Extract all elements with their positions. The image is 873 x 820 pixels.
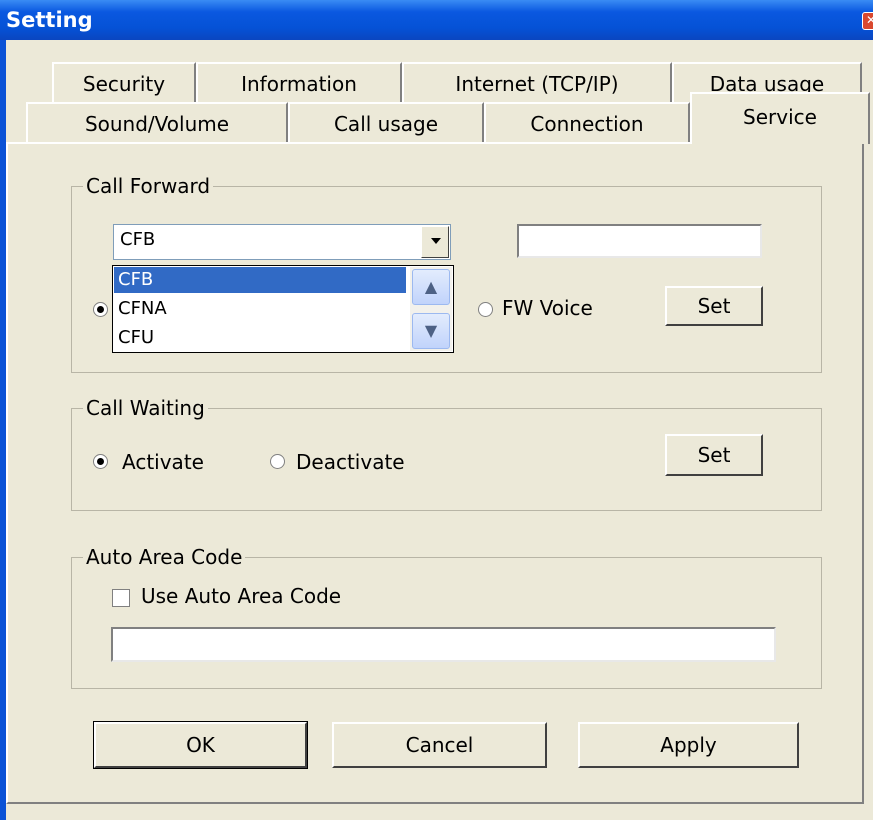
call-waiting-title: Call Waiting [83,396,208,420]
forward-radio-selected[interactable] [93,302,108,317]
area-code-input[interactable] [111,627,776,662]
dropdown-scrollbar[interactable]: ▲ ▼ [410,267,452,351]
chevron-down-icon[interactable] [421,226,449,258]
forward-type-combo[interactable]: CFB [113,224,451,260]
dropdown-option[interactable]: CFU [114,325,406,351]
forward-set-button[interactable]: Set [665,286,763,326]
auto-area-code-title: Auto Area Code [83,545,246,569]
tab-service[interactable]: Service [690,92,870,144]
fw-voice-label: FW Voice [502,296,593,320]
window-title: Setting [6,8,93,32]
activate-radio[interactable] [93,454,108,469]
tab-sound-volume[interactable]: Sound/Volume [26,102,288,142]
tab-label: Call usage [333,112,439,136]
deactivate-label: Deactivate [296,450,405,474]
dropdown-option[interactable]: CFNA [114,296,406,322]
tab-label: Sound/Volume [84,112,230,136]
auto-area-code-group [71,557,822,689]
forward-type-dropdown[interactable]: CFB CFNA CFU ▲ ▼ [112,265,454,353]
apply-button[interactable]: Apply [578,722,799,768]
tab-internet[interactable]: Internet (TCP/IP) [402,62,672,102]
close-icon[interactable]: ✕ [862,12,873,30]
cancel-button[interactable]: Cancel [332,722,547,768]
combo-value: CFB [120,229,156,250]
tab-call-usage[interactable]: Call usage [288,102,484,142]
tab-label: Security [82,72,166,96]
dropdown-option[interactable]: CFB [114,267,406,293]
call-forward-title: Call Forward [83,174,214,198]
tab-security[interactable]: Security [52,62,196,102]
use-auto-area-code-label: Use Auto Area Code [141,584,342,608]
tab-connection[interactable]: Connection [484,102,690,142]
scroll-down-icon[interactable]: ▼ [412,313,450,349]
activate-label: Activate [122,450,204,474]
ok-button[interactable]: OK [93,721,308,769]
tab-label: Connection [530,112,644,136]
tab-label: Information [241,72,357,96]
fw-voice-radio[interactable] [478,302,493,317]
waiting-set-button[interactable]: Set [665,434,763,476]
use-auto-area-code-checkbox[interactable] [112,589,130,607]
forward-number-input[interactable] [517,224,762,258]
settings-window: Setting ✕ Security Information Internet … [0,0,873,820]
tab-information[interactable]: Information [196,62,402,102]
tab-label: Internet (TCP/IP) [455,72,619,96]
tab-label: Service [743,105,817,129]
title-bar[interactable]: Setting ✕ [0,0,873,40]
deactivate-radio[interactable] [270,454,285,469]
scroll-up-icon[interactable]: ▲ [412,269,450,305]
